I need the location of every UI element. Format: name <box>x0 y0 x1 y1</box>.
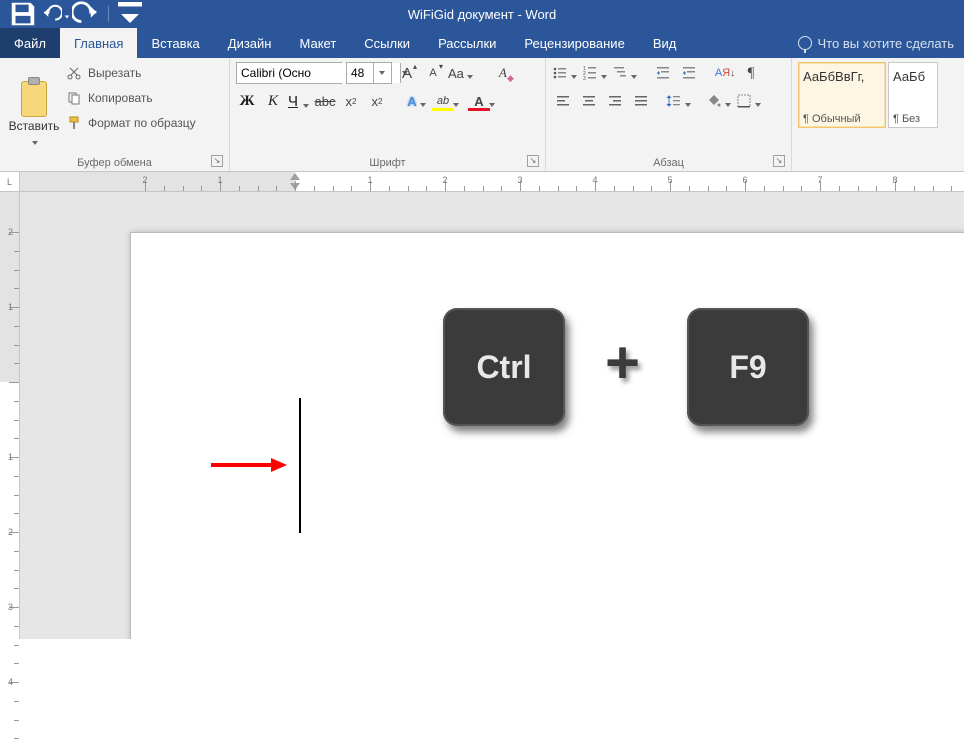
font-size-dropdown[interactable] <box>373 63 389 83</box>
copy-label: Копировать <box>88 91 153 105</box>
title-bar: WiFiGid документ - Word <box>0 0 964 28</box>
vertical-ruler[interactable]: 211234 <box>0 192 20 639</box>
horizontal-ruler[interactable]: 2112345678910 <box>20 172 964 192</box>
align-left-button[interactable] <box>552 90 574 112</box>
sort-button[interactable]: AЯ↓ <box>714 62 736 84</box>
text-effects-button[interactable]: A <box>406 90 428 112</box>
tab-file[interactable]: Файл <box>0 28 60 58</box>
clipboard-launcher[interactable]: ↘ <box>211 155 223 167</box>
brush-icon <box>66 115 82 131</box>
group-clipboard: Вставить Вырезать Копировать Формат по о… <box>0 58 230 171</box>
shading-button[interactable] <box>706 90 732 112</box>
ribbon: Вставить Вырезать Копировать Формат по о… <box>0 58 964 172</box>
format-painter-label: Формат по образцу <box>88 116 196 130</box>
style-name-normal: ¶ Обычный <box>803 113 881 125</box>
highlight-button[interactable]: ab <box>432 90 454 112</box>
tab-mailings[interactable]: Рассылки <box>424 28 510 58</box>
tab-references[interactable]: Ссылки <box>350 28 424 58</box>
bold-button[interactable]: Ж <box>236 90 258 112</box>
scissors-icon <box>66 65 82 81</box>
redo-button[interactable] <box>72 0 102 28</box>
shrink-font-button[interactable]: A▾ <box>422 62 444 84</box>
decrease-indent-button[interactable] <box>652 62 674 84</box>
font-launcher[interactable]: ↘ <box>527 155 539 167</box>
style-name-nospacing: ¶ Без <box>893 113 933 125</box>
align-right-button[interactable] <box>604 90 626 112</box>
tab-home[interactable]: Главная <box>60 28 137 58</box>
line-spacing-button[interactable] <box>666 90 692 112</box>
key-f9: F9 <box>687 308 809 426</box>
style-sample: АаБбВвГг, <box>803 69 881 84</box>
ribbon-tabs: Файл Главная Вставка Дизайн Макет Ссылки… <box>0 28 964 58</box>
group-styles: АаБбВвГг, ¶ Обычный АаБб ¶ Без <box>792 58 964 171</box>
style-sample-2: АаБб <box>893 69 933 84</box>
cut-label: Вырезать <box>88 66 141 80</box>
paste-icon <box>17 77 51 117</box>
justify-button[interactable] <box>630 90 652 112</box>
copy-icon <box>66 90 82 106</box>
font-color-button[interactable]: A <box>468 90 490 112</box>
style-no-spacing[interactable]: АаБб ¶ Без <box>888 62 938 128</box>
grow-font-button[interactable]: A▴ <box>396 62 418 84</box>
tab-design[interactable]: Дизайн <box>214 28 286 58</box>
align-center-button[interactable] <box>578 90 600 112</box>
tab-review[interactable]: Рецензирование <box>510 28 638 58</box>
increase-indent-button[interactable] <box>678 62 700 84</box>
group-font-label: Шрифт <box>369 157 405 169</box>
tell-me-label: Что вы хотите сделать <box>818 36 954 51</box>
save-button[interactable] <box>8 0 38 28</box>
group-clipboard-label: Буфер обмена <box>77 157 152 169</box>
group-paragraph-label: Абзац <box>653 157 684 169</box>
qat-customize-button[interactable] <box>115 0 145 28</box>
font-size-combo[interactable] <box>346 62 392 84</box>
tab-layout[interactable]: Макет <box>285 28 350 58</box>
bulb-icon <box>798 36 812 50</box>
quick-access-toolbar <box>0 0 145 28</box>
page[interactable]: Ctrl + F9 <box>130 232 964 639</box>
underline-button[interactable]: Ч <box>288 90 310 112</box>
show-marks-button[interactable]: ¶ <box>740 62 762 84</box>
red-arrow-annotation <box>209 455 289 475</box>
change-case-button[interactable]: Aa <box>448 62 474 84</box>
workspace: L 2112345678910 211234 Ctrl + F9 <box>0 172 964 639</box>
plus-annotation: + <box>605 328 640 397</box>
copy-button[interactable]: Копировать <box>66 87 196 109</box>
paragraph-launcher[interactable]: ↘ <box>773 155 785 167</box>
numbering-button[interactable]: 123 <box>582 62 608 84</box>
subscript-button[interactable]: x2 <box>340 90 362 112</box>
paste-button[interactable]: Вставить <box>6 62 62 155</box>
style-normal[interactable]: АаБбВвГг, ¶ Обычный <box>798 62 886 128</box>
borders-button[interactable] <box>736 90 762 112</box>
group-paragraph: 123 AЯ↓ ¶ <box>546 58 792 171</box>
tell-me-search[interactable]: Что вы хотите сделать <box>788 28 964 58</box>
key-ctrl: Ctrl <box>443 308 565 426</box>
clear-format-button[interactable]: A◆ <box>492 62 514 84</box>
svg-text:3: 3 <box>583 76 586 81</box>
undo-button[interactable] <box>40 0 70 28</box>
paste-label: Вставить <box>9 119 60 133</box>
ruler-corner[interactable]: L <box>0 172 20 192</box>
font-family-combo[interactable] <box>236 62 342 84</box>
bullets-button[interactable] <box>552 62 578 84</box>
tab-insert[interactable]: Вставка <box>137 28 213 58</box>
tab-view[interactable]: Вид <box>639 28 691 58</box>
cut-button[interactable]: Вырезать <box>66 62 196 84</box>
document-area[interactable]: Ctrl + F9 <box>20 192 964 639</box>
group-font: A▴ A▾ Aa A◆ Ж К Ч abc x2 x2 A ab <box>230 58 546 171</box>
strike-button[interactable]: abc <box>314 90 336 112</box>
multilevel-list-button[interactable] <box>612 62 638 84</box>
font-size-input[interactable] <box>347 63 373 83</box>
format-painter-button[interactable]: Формат по образцу <box>66 112 196 134</box>
superscript-button[interactable]: x2 <box>366 90 388 112</box>
text-cursor <box>299 398 301 533</box>
italic-button[interactable]: К <box>262 90 284 112</box>
